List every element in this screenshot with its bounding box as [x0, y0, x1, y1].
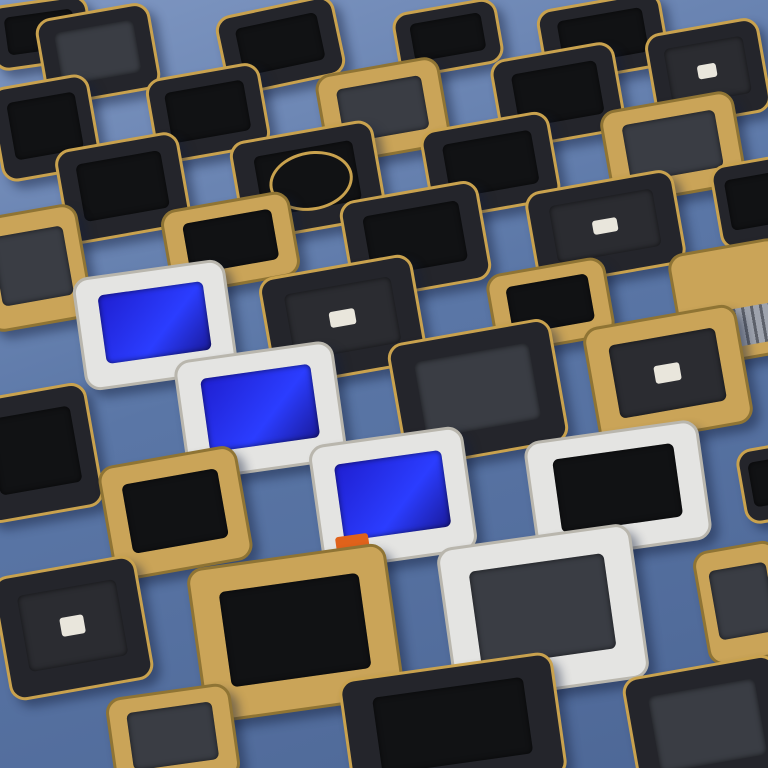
device-screen — [723, 171, 768, 231]
device-dark-16 — [733, 439, 768, 527]
chip-icon — [328, 308, 357, 329]
device-collage-scene — [0, 0, 768, 768]
device-screen — [97, 281, 213, 365]
device-gold-9 — [103, 681, 243, 768]
device-screen — [409, 11, 487, 62]
device-screen — [708, 561, 768, 641]
device-screen — [199, 364, 321, 453]
chip-icon — [697, 62, 719, 80]
device-screen — [372, 677, 533, 768]
device-screen — [0, 224, 75, 307]
device-gold-8 — [690, 538, 768, 668]
device-screen — [621, 109, 724, 183]
device-screen — [468, 552, 617, 668]
device-screen — [414, 342, 541, 439]
chip-icon — [59, 614, 87, 637]
device-screen — [121, 467, 230, 554]
device-screen — [548, 188, 662, 264]
device-dark-12 — [708, 154, 768, 252]
device-screen — [164, 79, 252, 144]
device-screen — [125, 701, 220, 768]
device-screen — [608, 327, 728, 419]
device-screen — [551, 443, 684, 534]
device-screen — [647, 678, 768, 768]
device-screen — [75, 150, 171, 223]
chip-icon — [653, 362, 682, 385]
device-dark-15 — [0, 380, 107, 526]
device-screen — [747, 455, 768, 508]
device-screen — [16, 579, 129, 673]
device-chip-5 — [0, 553, 156, 703]
device-screen — [218, 572, 372, 688]
chip-icon — [591, 217, 619, 236]
device-screen — [0, 405, 83, 496]
device-screen — [333, 450, 452, 542]
